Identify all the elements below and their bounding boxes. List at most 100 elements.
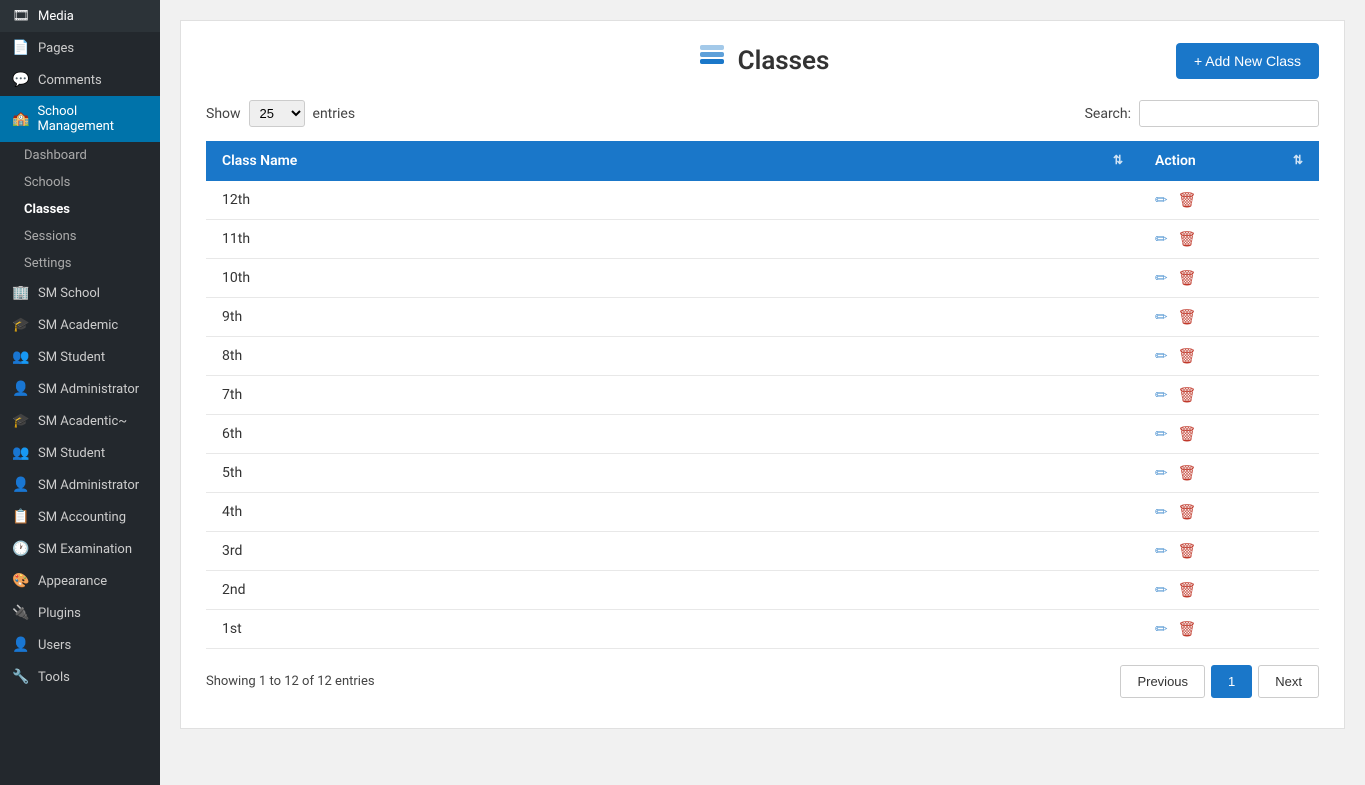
sidebar-label-sm-administrator2: SM Administrator (38, 478, 139, 493)
sm-accounting-icon: 📋 (12, 509, 30, 525)
cell-action: ✏ 🗑 (1139, 376, 1319, 415)
entries-select[interactable]: 10 25 50 100 (249, 100, 305, 127)
cell-action: ✏ 🗑 (1139, 220, 1319, 259)
sidebar-item-sm-academic2[interactable]: 🎓 SM Acadentic~ (0, 405, 160, 437)
sidebar-item-sm-administrator2[interactable]: 👤 SM Administrator (0, 469, 160, 501)
cell-action: ✏ 🗑 (1139, 259, 1319, 298)
classes-icon (696, 41, 728, 80)
delete-icon[interactable]: 🗑 (1178, 425, 1197, 443)
show-entries-group: Show 10 25 50 100 entries (206, 100, 355, 127)
sm-administrator2-icon: 👤 (12, 477, 30, 493)
sidebar-sub-dashboard[interactable]: Dashboard (0, 142, 160, 169)
sidebar-item-tools[interactable]: 🔧 Tools (0, 661, 160, 693)
page-title: Classes (738, 46, 830, 76)
sidebar-item-pages[interactable]: 📄 Pages (0, 32, 160, 64)
delete-icon[interactable]: 🗑 (1178, 386, 1197, 404)
sidebar-label-sm-academic: SM Academic (38, 318, 118, 333)
sidebar-item-users[interactable]: 👤 Users (0, 629, 160, 661)
classes-table: Class Name ⇅ Action ⇅ 12th ✏ 🗑 (206, 141, 1319, 649)
edit-icon[interactable]: ✏ (1155, 464, 1168, 482)
cell-class-name: 1st (206, 610, 1139, 649)
table-row: 8th ✏ 🗑 (206, 337, 1319, 376)
sidebar-label-sm-academic2: SM Acadentic~ (38, 414, 127, 429)
sidebar-sub-schools[interactable]: Schools (0, 169, 160, 196)
sidebar-item-sm-student[interactable]: 👥 SM Student (0, 341, 160, 373)
pagination-buttons: Previous 1 Next (1120, 665, 1319, 698)
delete-icon[interactable]: 🗑 (1178, 464, 1197, 482)
sidebar-label-sessions: Sessions (24, 229, 77, 244)
sidebar-label-plugins: Plugins (38, 606, 81, 621)
table-row: 12th ✏ 🗑 (206, 181, 1319, 220)
tools-icon: 🔧 (12, 669, 30, 685)
delete-icon[interactable]: 🗑 (1178, 581, 1197, 599)
appearance-icon: 🎨 (12, 573, 30, 589)
table-row: 7th ✏ 🗑 (206, 376, 1319, 415)
delete-icon[interactable]: 🗑 (1178, 347, 1197, 365)
edit-icon[interactable]: ✏ (1155, 620, 1168, 638)
sidebar-item-sm-administrator[interactable]: 👤 SM Administrator (0, 373, 160, 405)
sidebar-item-sm-academic[interactable]: 🎓 SM Academic (0, 309, 160, 341)
sm-school-icon: 🏢 (12, 285, 30, 301)
delete-icon[interactable]: 🗑 (1178, 542, 1197, 560)
delete-icon[interactable]: 🗑 (1178, 503, 1197, 521)
page-header: Classes + Add New Class (206, 41, 1319, 80)
sidebar-sub-classes[interactable]: Classes (0, 196, 160, 223)
sidebar-item-sm-school[interactable]: 🏢 SM School (0, 277, 160, 309)
edit-icon[interactable]: ✏ (1155, 347, 1168, 365)
search-input[interactable] (1139, 100, 1319, 127)
edit-icon[interactable]: ✏ (1155, 191, 1168, 209)
sidebar-label-classes: Classes (24, 202, 70, 217)
sidebar-item-plugins[interactable]: 🔌 Plugins (0, 597, 160, 629)
sidebar-label-sm-student2: SM Student (38, 446, 105, 461)
edit-icon[interactable]: ✏ (1155, 542, 1168, 560)
sidebar-label-sm-school: SM School (38, 286, 100, 301)
cell-action: ✏ 🗑 (1139, 571, 1319, 610)
cell-class-name: 5th (206, 454, 1139, 493)
sidebar-item-appearance[interactable]: 🎨 Appearance (0, 565, 160, 597)
sidebar-item-sm-student2[interactable]: 👥 SM Student (0, 437, 160, 469)
sidebar-item-school-management[interactable]: 🏫 School Management (0, 96, 160, 142)
edit-icon[interactable]: ✏ (1155, 386, 1168, 404)
sidebar: 🎞 Media 📄 Pages 💬 Comments 🏫 School Mana… (0, 0, 160, 785)
edit-icon[interactable]: ✏ (1155, 425, 1168, 443)
sidebar-label-schools: Schools (24, 175, 70, 190)
comments-icon: 💬 (12, 72, 30, 88)
sidebar-item-media[interactable]: 🎞 Media (0, 0, 160, 32)
sidebar-item-sm-examination[interactable]: 🕐 SM Examination (0, 533, 160, 565)
previous-button[interactable]: Previous (1120, 665, 1205, 698)
table-row: 9th ✏ 🗑 (206, 298, 1319, 337)
add-new-class-button[interactable]: + Add New Class (1176, 43, 1319, 79)
sidebar-sub-sessions[interactable]: Sessions (0, 223, 160, 250)
sm-administrator-icon: 👤 (12, 381, 30, 397)
cell-class-name: 11th (206, 220, 1139, 259)
edit-icon[interactable]: ✏ (1155, 503, 1168, 521)
page-1-button[interactable]: 1 (1211, 665, 1252, 698)
sidebar-item-sm-accounting[interactable]: 📋 SM Accounting (0, 501, 160, 533)
edit-icon[interactable]: ✏ (1155, 581, 1168, 599)
delete-icon[interactable]: 🗑 (1178, 191, 1197, 209)
cell-action: ✏ 🗑 (1139, 337, 1319, 376)
sidebar-sub-settings[interactable]: Settings (0, 250, 160, 277)
table-row: 10th ✏ 🗑 (206, 259, 1319, 298)
delete-icon[interactable]: 🗑 (1178, 620, 1197, 638)
col-class-name[interactable]: Class Name ⇅ (206, 141, 1139, 181)
edit-icon[interactable]: ✏ (1155, 269, 1168, 287)
pagination-wrap: Showing 1 to 12 of 12 entries Previous 1… (206, 665, 1319, 698)
sidebar-label-settings: Settings (24, 256, 71, 271)
col-action[interactable]: Action ⇅ (1139, 141, 1319, 181)
delete-icon[interactable]: 🗑 (1178, 308, 1197, 326)
table-row: 5th ✏ 🗑 (206, 454, 1319, 493)
edit-icon[interactable]: ✏ (1155, 230, 1168, 248)
cell-action: ✏ 🗑 (1139, 181, 1319, 220)
sm-academic-icon: 🎓 (12, 317, 30, 333)
delete-icon[interactable]: 🗑 (1178, 269, 1197, 287)
sidebar-label-pages: Pages (38, 41, 74, 56)
delete-icon[interactable]: 🗑 (1178, 230, 1197, 248)
sidebar-item-comments[interactable]: 💬 Comments (0, 64, 160, 96)
cell-action: ✏ 🗑 (1139, 298, 1319, 337)
sidebar-label-sm-administrator: SM Administrator (38, 382, 139, 397)
sidebar-label-sm-accounting: SM Accounting (38, 510, 126, 525)
cell-class-name: 10th (206, 259, 1139, 298)
edit-icon[interactable]: ✏ (1155, 308, 1168, 326)
next-button[interactable]: Next (1258, 665, 1319, 698)
